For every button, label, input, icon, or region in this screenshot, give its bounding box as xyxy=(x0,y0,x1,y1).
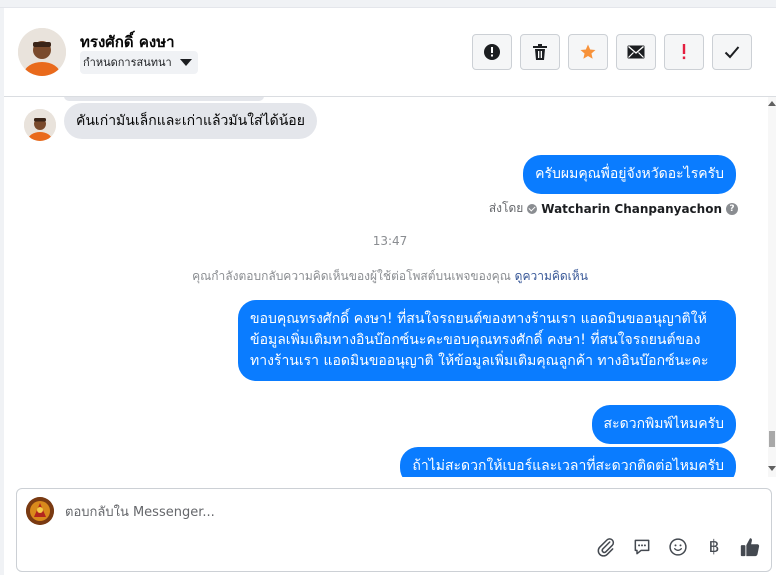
sender-name: Watcharin Chanpanyachon xyxy=(541,201,722,216)
reply-composer: ฿ xyxy=(16,488,772,572)
outgoing-message[interactable]: สะดวกพิมพ์ไหมครับ xyxy=(591,405,736,444)
paperclip-icon[interactable] xyxy=(595,536,617,558)
outgoing-message[interactable]: ขอบคุณทรงศักดิ์ คงษา! ที่สนใจรถยนต์ของทา… xyxy=(238,300,736,381)
scroll-up-arrow-icon[interactable] xyxy=(768,101,776,106)
conversation-actions xyxy=(472,34,752,70)
trash-icon xyxy=(533,44,547,60)
scroll-thumb[interactable] xyxy=(769,431,775,447)
star-button[interactable] xyxy=(568,34,608,70)
window-top-edge xyxy=(0,0,776,8)
sender-avatar xyxy=(24,109,56,141)
notice-text: คุณกำลังตอบกลับความคิดเห็นของผู้ใช้ต่อโพ… xyxy=(192,269,511,283)
emoji-icon[interactable] xyxy=(667,536,689,558)
message-timestamp: 13:47 xyxy=(372,234,408,248)
outgoing-message[interactable]: ถ้าไม่สะดวกให้เบอร์และเวลาที่สะดวกติดต่อ… xyxy=(400,447,736,477)
reply-input[interactable] xyxy=(65,501,745,523)
info-icon[interactable]: ? xyxy=(726,202,738,215)
mark-unread-button[interactable] xyxy=(616,34,656,70)
assign-conversation-dropdown[interactable]: กำหนดการสนทนา xyxy=(80,51,198,74)
follow-up-button[interactable] xyxy=(664,34,704,70)
verified-check-icon xyxy=(527,203,538,214)
thumbs-up-icon[interactable] xyxy=(739,536,761,558)
checkmark-icon xyxy=(724,46,740,59)
alert-circle-icon xyxy=(484,44,500,60)
outgoing-message[interactable]: ครับผมคุณพื่อยู่จังหวัดอะไรครับ xyxy=(523,155,736,194)
conversation-header: ทรงศักดิ์ คงษา กำหนดการสนทนา xyxy=(4,8,776,97)
thread-scrollbar[interactable] xyxy=(768,97,776,477)
incoming-message[interactable]: คันเก่ามันเล็กและเก่าแล้วมันใส่ได้น้อย xyxy=(64,103,317,139)
previous-message-bubble xyxy=(64,97,264,101)
delete-button[interactable] xyxy=(520,34,560,70)
composer-toolbar: ฿ xyxy=(595,536,761,558)
star-icon xyxy=(580,44,596,59)
scroll-down-arrow-icon[interactable] xyxy=(768,466,776,471)
mark-done-button[interactable] xyxy=(712,34,752,70)
sent-by-prefix: ส่งโดย xyxy=(488,201,524,215)
envelope-icon xyxy=(627,45,645,59)
assign-label: กำหนดการสนทนา xyxy=(83,56,172,69)
sent-by-line: ส่งโดย Watcharin Chanpanyachon ? xyxy=(489,199,738,218)
page-avatar xyxy=(26,497,54,525)
baht-payment-icon[interactable]: ฿ xyxy=(703,536,725,558)
mark-spam-button[interactable] xyxy=(472,34,512,70)
comment-reply-notice: คุณกำลังตอบกลับความคิดเห็นของผู้ใช้ต่อโพ… xyxy=(4,267,768,286)
exclamation-icon xyxy=(682,44,686,60)
caret-down-icon xyxy=(179,59,192,66)
message-thread[interactable]: คันเก่ามันเล็กและเก่าแล้วมันใส่ได้น้อย ค… xyxy=(4,97,768,477)
saved-reply-icon[interactable] xyxy=(631,536,653,558)
view-comment-link[interactable]: ดูความคิดเห็น xyxy=(515,269,588,283)
contact-avatar[interactable] xyxy=(18,28,66,76)
